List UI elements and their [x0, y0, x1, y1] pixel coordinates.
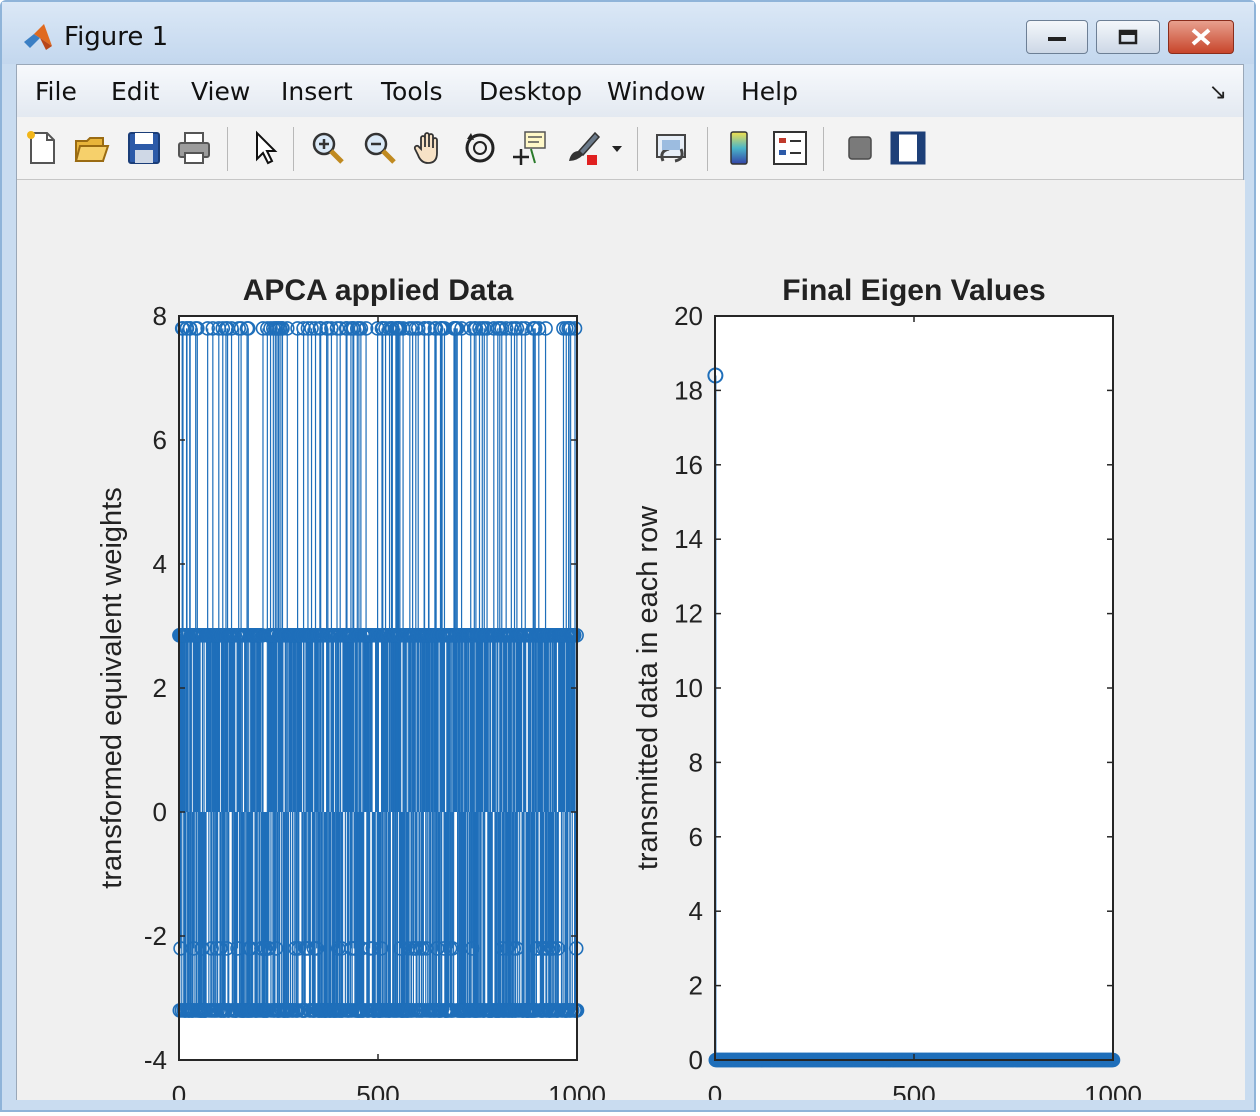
toolbar-separator: [293, 127, 294, 171]
title-bar[interactable]: Figure 1: [2, 2, 1254, 64]
figure-toolbar: [17, 117, 1243, 180]
brush-dropdown-icon[interactable]: [607, 129, 627, 167]
link-plot-icon[interactable]: [653, 129, 691, 167]
y-tick-label: 6: [153, 425, 167, 455]
toolbar-separator: [227, 127, 228, 171]
save-icon[interactable]: [125, 129, 163, 167]
menu-view[interactable]: View: [191, 77, 250, 106]
y-tick-label: 2: [153, 673, 167, 703]
colorbar-icon[interactable]: [721, 129, 759, 167]
y-tick-label: 6: [689, 822, 703, 852]
menu-file[interactable]: File: [35, 77, 77, 106]
brush-icon[interactable]: [563, 129, 601, 167]
hide-plot-tools-icon[interactable]: [841, 129, 879, 167]
legend-icon[interactable]: [771, 129, 809, 167]
x-tick-label: 500: [356, 1080, 399, 1100]
y-tick-label: 18: [674, 375, 703, 405]
x-tick-label: 500: [892, 1080, 935, 1100]
y-tick-label: 12: [674, 599, 703, 629]
chart-title: APCA applied Data: [243, 274, 514, 307]
chart-apca-applied-data[interactable]: -4-20246805001000APCA applied DataNumber…: [96, 274, 606, 1110]
y-tick-label: 2: [689, 971, 703, 1001]
y-tick-label: 8: [153, 301, 167, 331]
zoom-in-icon[interactable]: [309, 129, 347, 167]
show-plot-tools-icon[interactable]: [889, 129, 927, 167]
y-tick-label: 0: [153, 797, 167, 827]
menu-bar: File Edit View Insert Tools Desktop Wind…: [17, 65, 1243, 118]
matlab-logo-icon: [24, 24, 52, 50]
new-figure-icon[interactable]: [23, 129, 61, 167]
stem-lines: [178, 328, 578, 1011]
menu-desktop[interactable]: Desktop: [479, 77, 582, 106]
menu-edit[interactable]: Edit: [111, 77, 159, 106]
x-tick-label: 0: [172, 1080, 186, 1100]
plot-area: -4-20246805001000APCA applied DataNumber…: [17, 180, 1245, 1110]
chart-final-eigen-values[interactable]: 0 2 4 6 8 10 12 14 16 18 20 0 500 1000 Final Eigen Val…: [632, 274, 1142, 1110]
zoom-out-icon[interactable]: [361, 129, 399, 167]
y-tick-label: 4: [689, 896, 703, 926]
window-title: Figure 1: [64, 22, 169, 52]
pan-hand-icon[interactable]: [411, 129, 449, 167]
menu-help[interactable]: Help: [741, 77, 798, 106]
y-tick-label: 8: [689, 747, 703, 777]
minimize-icon: [1048, 37, 1066, 41]
maximize-icon: [1118, 29, 1138, 45]
print-icon[interactable]: [175, 129, 213, 167]
figure-window: Figure 1 File Edit View Insert Tools Des…: [0, 0, 1256, 1112]
y-tick-label: 16: [674, 450, 703, 480]
dock-arrow-icon[interactable]: ↘: [1209, 79, 1227, 105]
y-tick-label: 4: [153, 549, 167, 579]
minimize-button[interactable]: [1026, 20, 1088, 54]
y-tick-label: 14: [674, 524, 703, 554]
x-tick-label: 0: [708, 1080, 722, 1100]
rotate-3d-icon[interactable]: [461, 129, 499, 167]
y-axis-label: transformed equivalent weights: [96, 487, 128, 888]
y-tick-label: 10: [674, 673, 703, 703]
y-tick-label: 0: [689, 1045, 703, 1075]
axes-background: [715, 316, 1113, 1060]
open-file-icon[interactable]: [73, 129, 111, 167]
toolbar-separator: [823, 127, 824, 171]
close-button[interactable]: [1168, 20, 1234, 54]
x-tick-label: 1000: [1084, 1080, 1142, 1100]
menu-insert[interactable]: Insert: [281, 77, 353, 106]
close-icon: [1191, 28, 1211, 46]
y-tick-label: -4: [144, 1045, 167, 1075]
x-tick-label: 1000: [548, 1080, 606, 1100]
y-axis-label: transmitted data in each row: [632, 505, 664, 870]
maximize-button[interactable]: [1096, 20, 1160, 54]
data-cursor-icon[interactable]: [511, 129, 549, 167]
toolbar-separator: [637, 127, 638, 171]
toolbar-separator: [707, 127, 708, 171]
menu-window[interactable]: Window: [607, 77, 706, 106]
figure-client-area: File Edit View Insert Tools Desktop Wind…: [16, 64, 1245, 1110]
y-tick-label: 20: [674, 301, 703, 331]
menu-tools[interactable]: Tools: [381, 77, 443, 106]
figure-canvas[interactable]: -4-20246805001000APCA applied DataNumber…: [17, 180, 1245, 1110]
y-tick-label: -2: [144, 921, 167, 951]
chart-title: Final Eigen Values: [782, 274, 1045, 307]
pointer-icon[interactable]: [245, 129, 283, 167]
